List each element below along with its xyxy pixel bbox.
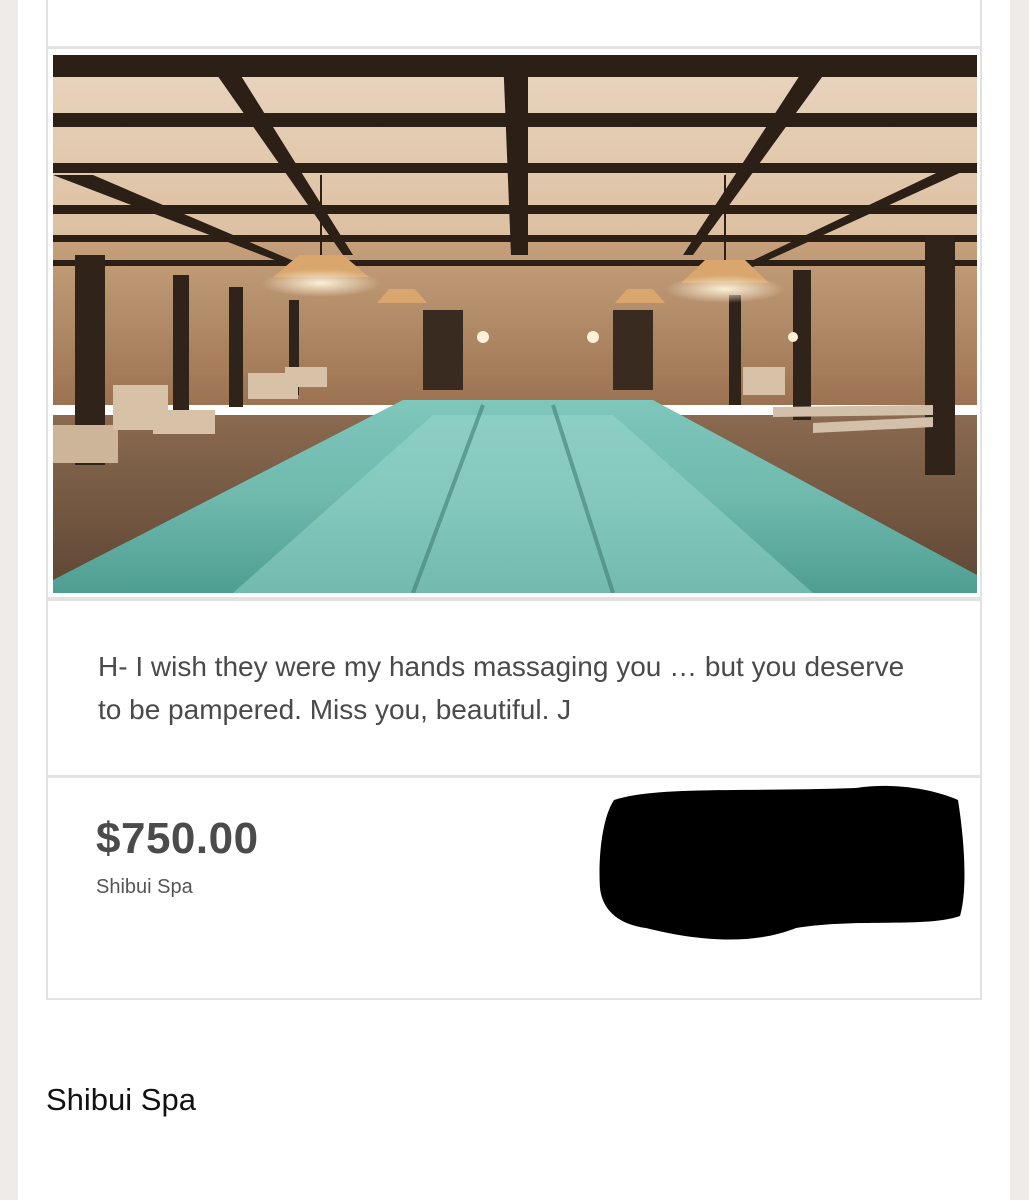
gift-message-panel: H- I wish they were my hands massaging y…	[46, 599, 982, 777]
gift-amount: $750.00	[96, 814, 259, 863]
gift-merchant-label: Shibui Spa	[96, 876, 193, 898]
gift-amount-panel: $750.00 Shibui Spa	[46, 776, 982, 1000]
gift-message: H- I wish they were my hands massaging y…	[98, 651, 905, 725]
card-top-section	[46, 0, 982, 48]
redacted-barcode	[596, 778, 966, 948]
gift-card-image-panel	[46, 47, 982, 599]
merchant-name: Shibui Spa	[46, 1082, 196, 1117]
gift-card-page: H- I wish they were my hands massaging y…	[18, 0, 1010, 1200]
spa-pool-photo	[53, 55, 977, 593]
